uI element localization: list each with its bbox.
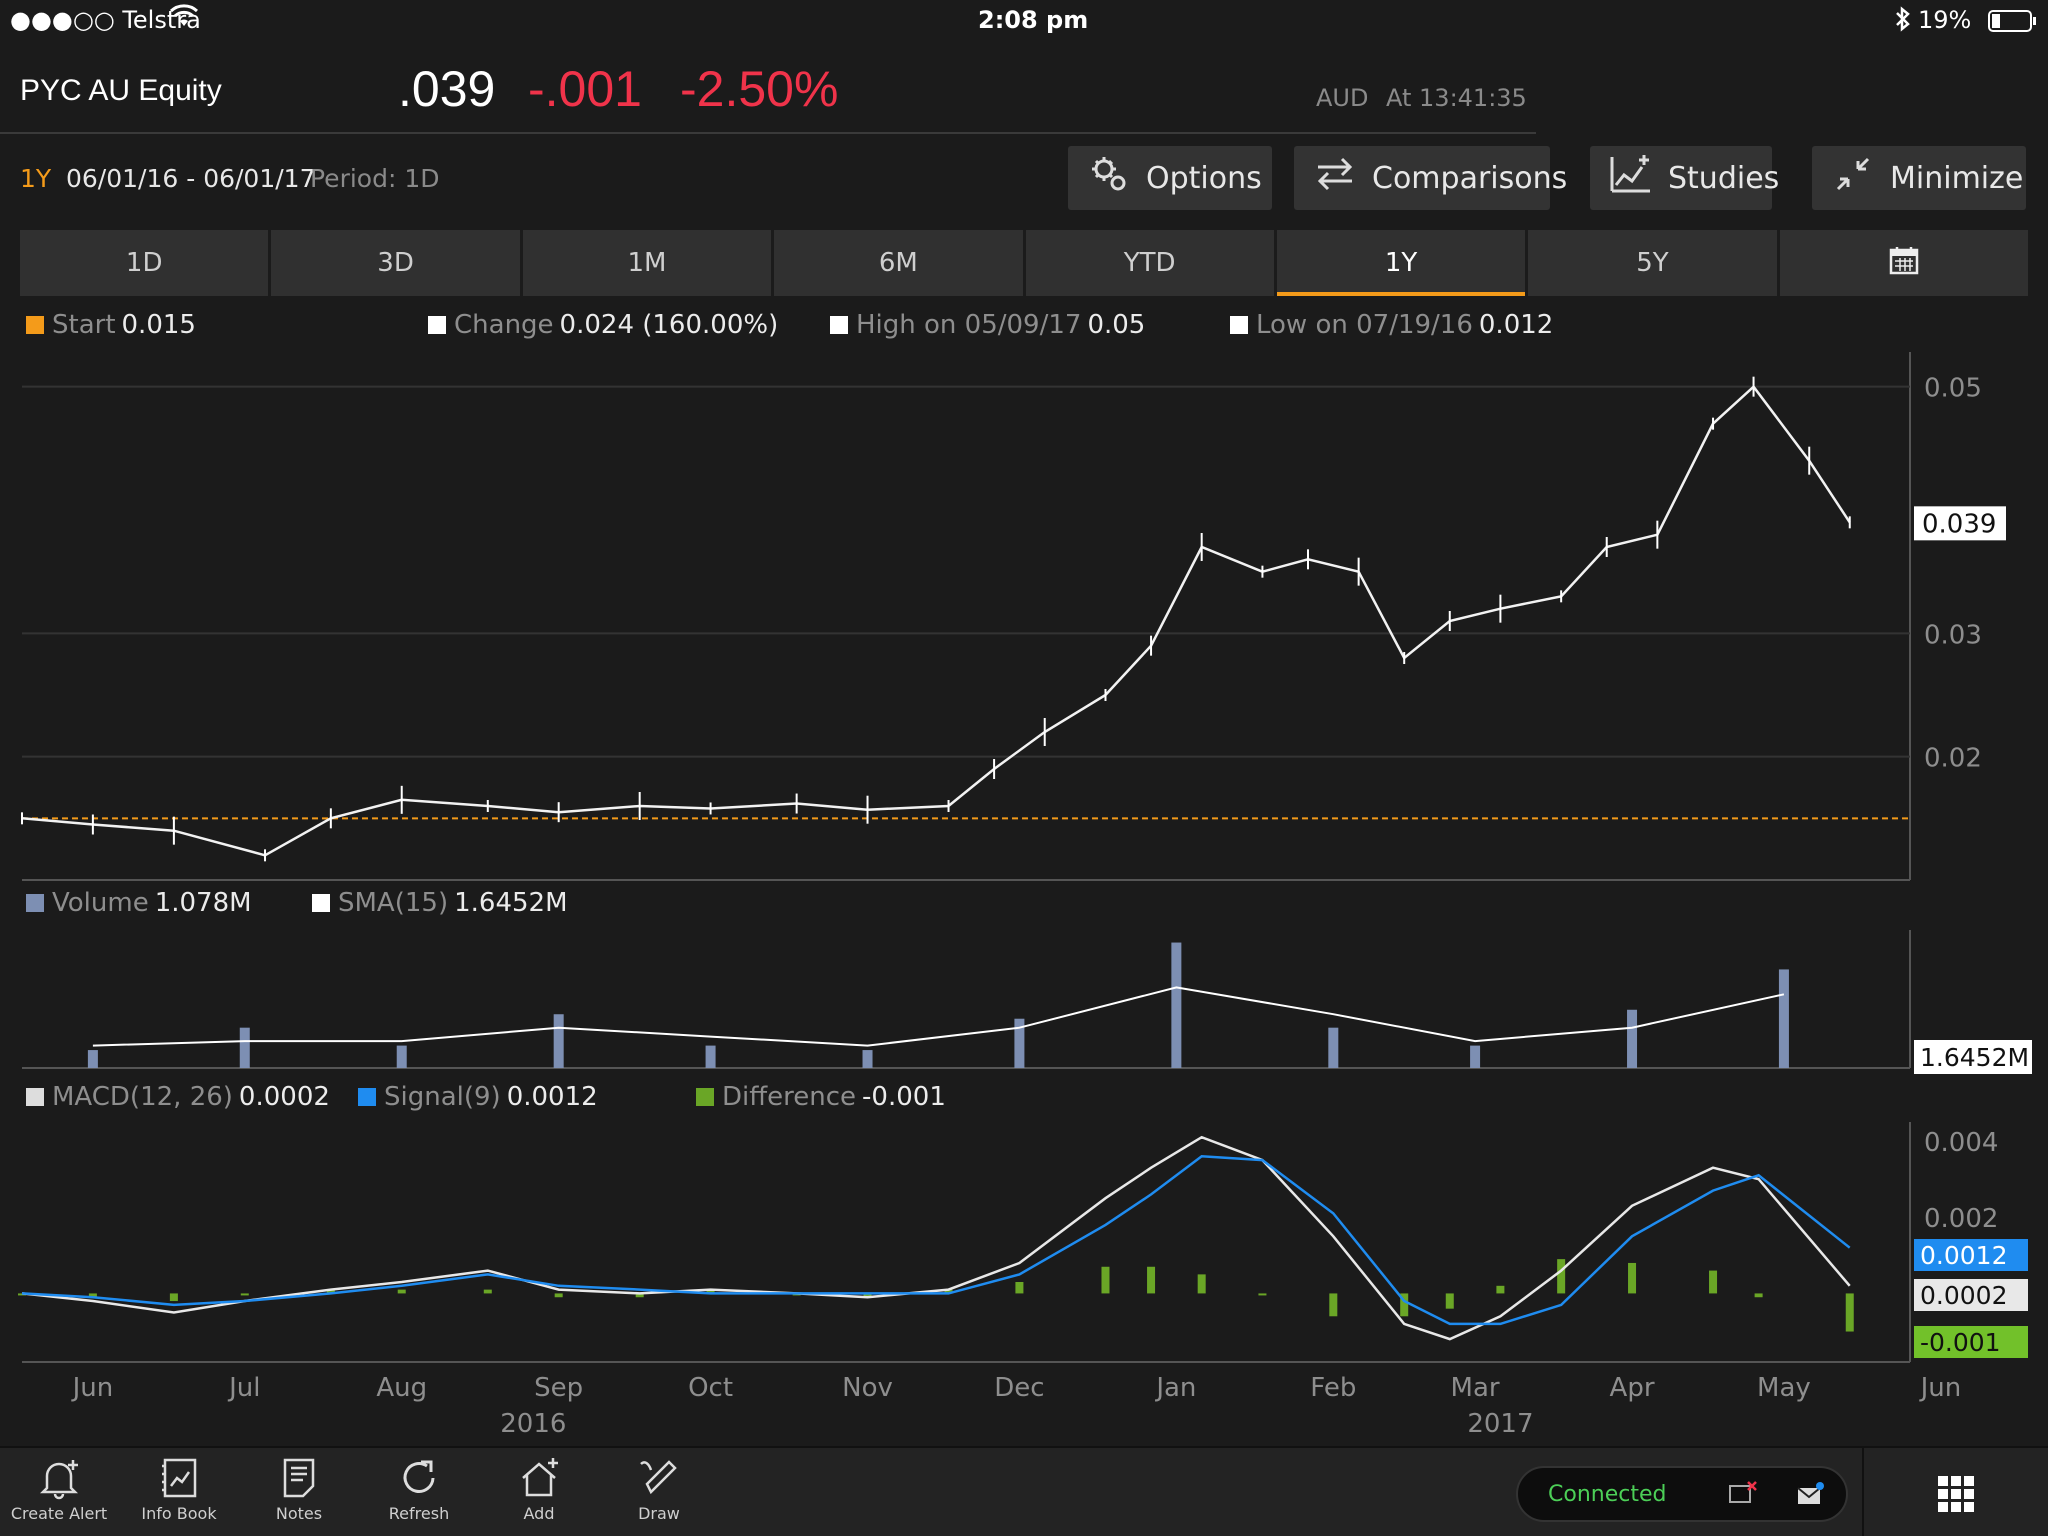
macd-tag: 0.0002	[1920, 1281, 2007, 1310]
difference-bar	[1258, 1293, 1267, 1296]
difference-bar	[1845, 1293, 1854, 1332]
create-alert-label: Create Alert	[10, 1504, 108, 1523]
macd-tick-label: 0.002	[1924, 1204, 1998, 1234]
year-label: 2016	[500, 1409, 566, 1439]
month-label: May	[1757, 1373, 1811, 1403]
difference-bar	[397, 1289, 406, 1294]
difference-bar	[1709, 1270, 1718, 1294]
launchpad-button[interactable]	[1862, 1448, 2048, 1536]
volume-bar	[1470, 1045, 1481, 1068]
grid-icon	[1938, 1476, 1974, 1516]
month-label: Jan	[1154, 1373, 1196, 1403]
volume-bar	[87, 1050, 98, 1068]
x-axis: Jun Jul Aug Sep Oct Nov Dec Jan Feb Mar Apr May Jun 2…	[71, 1373, 1962, 1439]
difference-bar	[1628, 1262, 1637, 1294]
chart-canvas[interactable]: 0.020.030.050.039 1.6452M 0.0020.0040.00…	[0, 0, 2048, 1446]
difference-bar	[240, 1293, 249, 1296]
volume-bar	[1328, 1027, 1339, 1068]
connection-status[interactable]: Connected	[1516, 1466, 1848, 1522]
info-book-button[interactable]: Info Book	[124, 1456, 234, 1523]
difference-bar	[1496, 1285, 1505, 1294]
screen-x-icon	[1728, 1480, 1758, 1514]
draw-label: Draw	[638, 1504, 680, 1523]
month-label: Aug	[376, 1373, 427, 1403]
refresh-button[interactable]: Refresh	[364, 1456, 474, 1523]
month-label: Jun	[71, 1373, 114, 1403]
price-tick-label: 0.03	[1924, 620, 1982, 650]
notes-button[interactable]: Notes	[244, 1456, 354, 1523]
book-icon	[124, 1456, 234, 1500]
price-tick-label: 0.02	[1924, 744, 1982, 774]
macd-panel: 0.002 0.004 0.0012 0.0002 -0.001	[18, 1122, 2028, 1363]
difference-tag: -0.001	[1920, 1328, 2001, 1357]
notes-label: Notes	[275, 1504, 323, 1523]
macd-line	[21, 1135, 1851, 1341]
price-panel: 0.02 0.03 0.05 0.039	[21, 352, 2006, 881]
sma-line	[92, 986, 1785, 1047]
price-tag: 0.039	[1922, 509, 1996, 539]
difference-bar	[1101, 1266, 1110, 1294]
volume-bar	[705, 1045, 716, 1068]
difference-bar	[1754, 1293, 1763, 1298]
volume-bar	[396, 1045, 407, 1068]
sma-tag: 1.6452M	[1920, 1043, 2029, 1072]
refresh-label: Refresh	[388, 1504, 450, 1523]
year-label: 2017	[1467, 1409, 1533, 1439]
house-plus-icon	[484, 1456, 594, 1500]
volume-bar	[239, 1027, 250, 1068]
volume-bar	[862, 1050, 873, 1068]
connection-label: Connected	[1548, 1482, 1667, 1507]
pen-icon	[604, 1456, 714, 1500]
month-label: Feb	[1310, 1373, 1356, 1403]
difference-bar	[483, 1289, 492, 1294]
month-label: Nov	[842, 1373, 893, 1403]
add-label: Add	[523, 1504, 555, 1523]
month-label: Jul	[227, 1373, 260, 1403]
difference-bar	[1015, 1282, 1024, 1294]
difference-bar	[1197, 1274, 1206, 1294]
difference-bar	[169, 1293, 178, 1302]
difference-bar	[554, 1293, 563, 1298]
month-label: Oct	[688, 1373, 733, 1403]
difference-bar	[1445, 1293, 1454, 1309]
mail-star-icon	[1796, 1480, 1826, 1514]
create-alert-button[interactable]: Create Alert	[4, 1456, 114, 1523]
macd-tick-label: 0.004	[1924, 1128, 1998, 1158]
difference-bar	[1329, 1293, 1338, 1317]
difference-bar	[1557, 1259, 1566, 1294]
volume-bar	[1171, 942, 1182, 1068]
month-label: Sep	[534, 1373, 583, 1403]
notes-icon	[244, 1456, 354, 1500]
month-label: Jun	[1919, 1373, 1962, 1403]
month-label: Dec	[994, 1373, 1044, 1403]
signal-line	[21, 1155, 1851, 1326]
volume-panel: 1.6452M	[22, 930, 2032, 1074]
signal-tag: 0.0012	[1920, 1241, 2007, 1270]
add-button[interactable]: Add	[484, 1456, 594, 1523]
bottom-toolbar: Create Alert Info Book Notes Refresh Add…	[0, 1446, 2048, 1536]
volume-bar	[1627, 1009, 1638, 1068]
month-label: Mar	[1451, 1373, 1500, 1403]
info-book-label: Info Book	[141, 1504, 217, 1523]
price-line	[21, 384, 1851, 857]
bell-plus-icon	[4, 1456, 114, 1500]
refresh-icon	[364, 1456, 474, 1500]
price-tick-label: 0.05	[1924, 374, 1982, 404]
volume-bar	[553, 1014, 564, 1068]
difference-bar	[1147, 1266, 1156, 1294]
draw-button[interactable]: Draw	[604, 1456, 714, 1523]
month-label: Apr	[1610, 1373, 1655, 1403]
volume-bar	[1778, 969, 1789, 1068]
